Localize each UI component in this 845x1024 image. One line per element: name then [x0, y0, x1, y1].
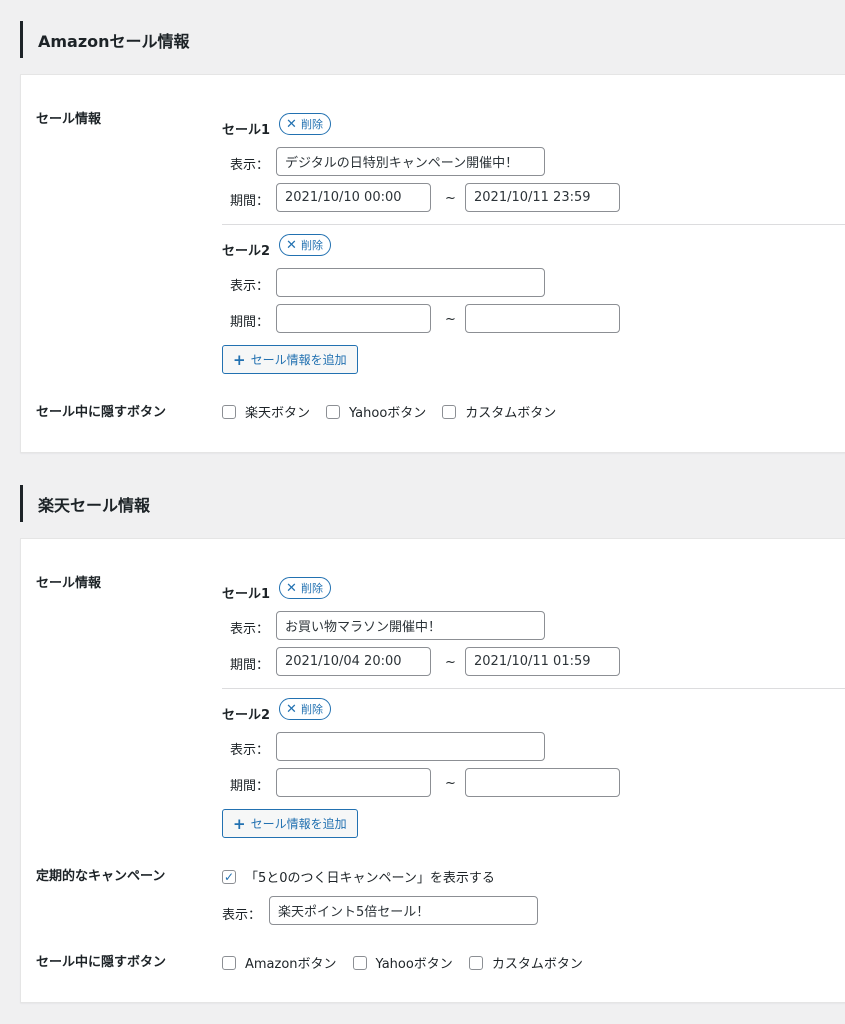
add-sale-label: セール情報を追加 [250, 353, 347, 367]
checkbox-label: 「5と0のつく日キャンペーン」を表示する [245, 871, 495, 886]
display-label: 表示： [230, 279, 270, 294]
period-label: 期間： [230, 779, 270, 794]
campaign-label: 定期的なキャンペーン [36, 869, 166, 884]
checkmark-icon: ✓ [223, 869, 235, 884]
sale-title: セール2 [222, 708, 271, 723]
close-icon: ✕ [286, 237, 297, 253]
sale-divider [222, 688, 845, 689]
campaign-display-input[interactable] [269, 896, 538, 925]
campaign-display-label: 表示： [222, 908, 262, 923]
period-start-input[interactable] [276, 768, 431, 797]
checkbox-label: カスタムボタン [465, 406, 557, 421]
display-label: 表示： [230, 622, 270, 637]
checkbox-label: Amazonボタン [245, 957, 337, 972]
add-sale-button[interactable]: + セール情報を追加 [222, 345, 358, 374]
rakuten-section-title: 楽天セール情報 [20, 485, 150, 522]
display-input[interactable] [276, 268, 545, 297]
close-icon: ✕ [286, 580, 297, 596]
checkbox-box[interactable]: ✓ [222, 869, 236, 884]
period-tilde: ~ [445, 655, 456, 670]
checkbox-box[interactable] [352, 955, 367, 970]
add-sale-button[interactable]: + セール情報を追加 [222, 809, 358, 838]
checkbox-label: 楽天ボタン [245, 406, 311, 421]
checkbox-box[interactable] [222, 955, 236, 970]
hide-rakuten-checkbox[interactable]: 楽天ボタン [222, 402, 310, 421]
checkbox-box[interactable] [442, 404, 457, 419]
checkbox-box[interactable] [222, 404, 236, 419]
plus-icon: + [233, 350, 246, 369]
hide-custom-checkbox[interactable]: カスタムボタン [442, 402, 556, 421]
sale-title: セール1 [222, 123, 271, 138]
rakuten-hide-buttons-options: Amazonボタン Yahooボタン カスタムボタン [222, 953, 599, 972]
amazon-sale-card: セール情報 セール1 ✕ 削除 表示： 期間： ~ セール2 ✕ 削除 表示： … [20, 74, 845, 453]
period-start-input[interactable] [276, 304, 431, 333]
delete-sale-button[interactable]: ✕ 削除 [279, 698, 331, 720]
period-label: 期間： [230, 194, 270, 209]
add-sale-label: セール情報を追加 [250, 817, 347, 831]
close-icon: ✕ [286, 701, 297, 717]
period-end-input[interactable] [465, 768, 620, 797]
amazon-hide-buttons-options: 楽天ボタン Yahooボタン カスタムボタン [222, 402, 572, 421]
close-icon: ✕ [286, 116, 297, 132]
period-label: 期間： [230, 658, 270, 673]
period-end-input[interactable] [465, 183, 620, 212]
checkbox-box[interactable] [326, 404, 341, 419]
period-tilde: ~ [445, 191, 456, 206]
amazon-sale-info-label: セール情報 [36, 112, 102, 127]
plus-icon: + [233, 814, 246, 833]
period-start-input[interactable] [276, 183, 431, 212]
period-tilde: ~ [445, 312, 456, 327]
delete-label: 削除 [301, 239, 323, 252]
period-label: 期間： [230, 315, 270, 330]
sale-divider [222, 224, 845, 225]
delete-sale-button[interactable]: ✕ 削除 [279, 234, 331, 256]
sale-title: セール1 [222, 587, 271, 602]
delete-sale-button[interactable]: ✕ 削除 [279, 113, 331, 135]
period-tilde: ~ [445, 776, 456, 791]
delete-label: 削除 [301, 582, 323, 595]
checkbox-box[interactable] [468, 955, 483, 970]
checkbox-label: Yahooボタン [349, 406, 427, 421]
display-input[interactable] [276, 611, 545, 640]
period-end-input[interactable] [465, 647, 620, 676]
display-input[interactable] [276, 147, 545, 176]
display-label: 表示： [230, 158, 270, 173]
period-end-input[interactable] [465, 304, 620, 333]
rakuten-sale-card: セール情報 セール1 ✕ 削除 表示： 期間： ~ セール2 ✕ 削除 表示： … [20, 538, 845, 1003]
campaign-option: ✓ 「5と0のつく日キャンペーン」を表示する [222, 867, 511, 886]
display-label: 表示： [230, 743, 270, 758]
delete-label: 削除 [301, 703, 323, 716]
checkbox-label: Yahooボタン [375, 957, 453, 972]
amazon-hide-buttons-label: セール中に隠すボタン [36, 405, 167, 420]
hide-yahoo-checkbox[interactable]: Yahooボタン [352, 953, 453, 972]
hide-custom-checkbox[interactable]: カスタムボタン [468, 953, 583, 972]
display-input[interactable] [276, 732, 545, 761]
amazon-section-title: Amazonセール情報 [20, 21, 190, 58]
delete-label: 削除 [301, 118, 323, 131]
hide-yahoo-checkbox[interactable]: Yahooボタン [326, 402, 426, 421]
checkbox-label: カスタムボタン [491, 957, 583, 972]
period-start-input[interactable] [276, 647, 431, 676]
delete-sale-button[interactable]: ✕ 削除 [279, 577, 331, 599]
hide-amazon-checkbox[interactable]: Amazonボタン [222, 953, 337, 972]
campaign-checkbox[interactable]: ✓ 「5と0のつく日キャンペーン」を表示する [222, 867, 495, 886]
rakuten-hide-buttons-label: セール中に隠すボタン [36, 955, 167, 970]
rakuten-sale-info-label: セール情報 [36, 576, 102, 591]
sale-title: セール2 [222, 244, 271, 259]
